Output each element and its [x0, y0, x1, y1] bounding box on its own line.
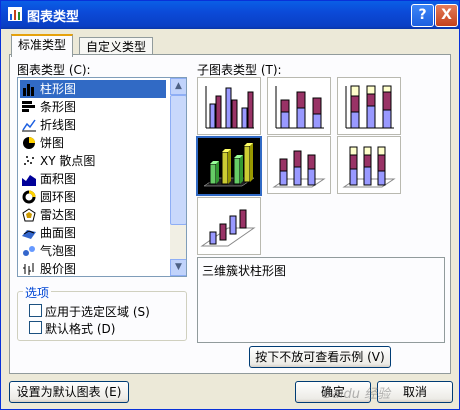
subtype-description: 三维簇状柱形图	[202, 264, 287, 278]
line-chart-icon	[22, 119, 36, 132]
list-item-radar[interactable]: 雷达图	[20, 206, 166, 224]
list-item-stock[interactable]: 股价图	[20, 260, 166, 276]
subtype-3d-percent-stacked-column[interactable]	[337, 136, 401, 194]
clustered-column-preview	[205, 86, 254, 129]
bubble-chart-icon	[23, 246, 35, 256]
watermark: Baidu 经验	[323, 387, 391, 402]
3d-clustered-column-preview	[203, 143, 255, 187]
subtype-clustered-column[interactable]	[197, 77, 261, 135]
tab-standard-types[interactable]: 标准类型	[11, 34, 74, 57]
subtype-label: 子图表类型 (T):	[197, 63, 282, 77]
chart-type-label: 图表类型 (C):	[17, 63, 91, 77]
subtype-3d-column[interactable]	[197, 197, 261, 255]
pie-chart-icon	[23, 137, 35, 149]
radar-chart-icon	[22, 208, 36, 222]
3d-stacked-column-preview	[272, 150, 326, 188]
apply-to-selection-checkbox[interactable]	[29, 304, 42, 317]
list-item-bubble[interactable]: 气泡图	[20, 242, 166, 260]
chart-type-dialog: 图表类型 ? X 标准类型 自定义类型 图表类型 (C): 柱形图 条形图 折线…	[0, 0, 460, 410]
dialog-title: 图表类型	[27, 10, 80, 25]
list-item-scatter[interactable]: XY 散点图	[20, 152, 166, 170]
chart-type-list[interactable]: 柱形图 条形图 折线图 饼图 XY 散点图 面积图 圆环图 雷达图 曲面图 气泡…	[17, 77, 187, 277]
title-bar[interactable]: 图表类型 ? X	[1, 1, 459, 29]
stock-chart-icon	[23, 263, 34, 275]
scroll-down-icon[interactable]: ▼	[170, 259, 186, 276]
list-item-pie[interactable]: 饼图	[20, 134, 166, 152]
scroll-up-icon[interactable]: ▲	[170, 78, 186, 95]
area-chart-icon	[22, 175, 36, 186]
list-item-line[interactable]: 折线图	[20, 116, 166, 134]
bar-chart-icon	[22, 101, 35, 112]
column-chart-icon	[23, 84, 34, 96]
subtype-percent-stacked-column[interactable]	[337, 77, 401, 135]
3d-column-preview	[200, 209, 256, 247]
apply-to-selection-label[interactable]: 应用于选定区域 (S)	[45, 303, 150, 320]
3d-percent-stacked-column-preview	[342, 146, 396, 188]
subtype-description-box: 三维簇状柱形图	[197, 257, 445, 343]
preview-sample-button[interactable]: 按下不放可查看示例 (V)	[249, 346, 391, 368]
list-item-area[interactable]: 面积图	[20, 170, 166, 188]
list-scrollbar[interactable]: ▲ ▼	[170, 78, 186, 276]
set-default-chart-button[interactable]: 设置为默认图表 (E)	[9, 381, 129, 403]
subtype-stacked-column[interactable]	[267, 77, 331, 135]
surface-chart-icon	[22, 230, 36, 239]
subtype-3d-stacked-column[interactable]	[267, 136, 331, 194]
options-group-label: 选项	[23, 284, 52, 301]
chart-app-icon	[8, 7, 22, 21]
list-item-surface[interactable]: 曲面图	[20, 224, 166, 242]
stacked-column-preview	[275, 86, 324, 129]
default-format-label[interactable]: 默认格式 (D)	[45, 320, 115, 337]
scatter-chart-icon	[24, 156, 34, 165]
list-item-bar[interactable]: 条形图	[20, 98, 166, 116]
scroll-thumb[interactable]	[170, 95, 186, 225]
default-format-checkbox[interactable]	[29, 321, 42, 334]
doughnut-chart-icon	[22, 190, 36, 204]
help-button[interactable]: ?	[411, 4, 434, 27]
close-button[interactable]: X	[435, 4, 458, 27]
percent-stacked-column-preview	[345, 85, 394, 129]
list-item-doughnut[interactable]: 圆环图	[20, 188, 166, 206]
list-item-column[interactable]: 柱形图	[20, 80, 166, 98]
subtype-3d-clustered-column[interactable]	[196, 136, 262, 196]
